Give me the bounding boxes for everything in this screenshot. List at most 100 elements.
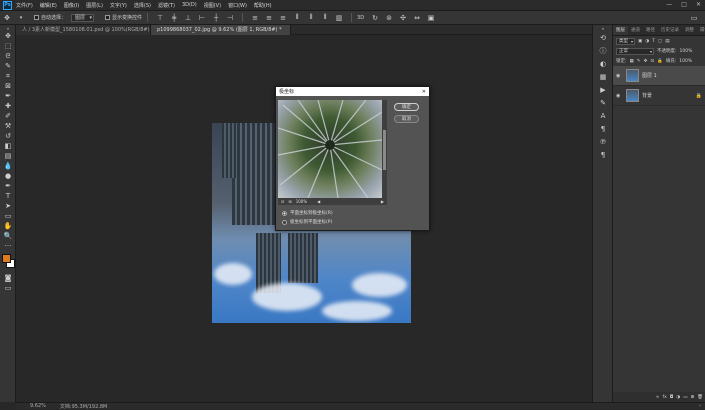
glyphs-icon[interactable]: ℗	[593, 135, 613, 148]
adjustment-layer-icon[interactable]: ◑	[676, 395, 680, 400]
close-icon[interactable]: ✕	[422, 89, 426, 95]
distribute-right-icon[interactable]: ⦀	[320, 13, 330, 23]
align-right-icon[interactable]: ⊣	[225, 13, 235, 23]
blend-mode-dropdown[interactable]: 正常	[616, 47, 654, 55]
more-tools-icon[interactable]: ···	[0, 241, 16, 251]
pen-tool-icon[interactable]: ✒	[0, 181, 16, 191]
zoom-in-icon[interactable]: ⊞	[288, 199, 291, 204]
align-bottom-icon[interactable]: ⊥	[183, 13, 193, 23]
filter-preview[interactable]	[278, 100, 382, 198]
layer-row[interactable]: ◉ 背景 🔒	[613, 86, 705, 106]
menu-filter[interactable]: 滤镜(T)	[158, 2, 175, 9]
align-middle-icon[interactable]: ╪	[169, 13, 179, 23]
fx-icon[interactable]: fx	[662, 395, 666, 400]
lock-artboard-icon[interactable]: ⊡	[650, 59, 654, 64]
distribute-left-icon[interactable]: ⦀	[292, 13, 302, 23]
tab-document-2[interactable]: p1099868037_02.jpg @ 9.62% (图层 1, RGB/8#…	[151, 25, 291, 35]
ok-button[interactable]: 确定	[394, 103, 419, 111]
menu-select[interactable]: 选择(S)	[134, 2, 151, 9]
align-left-icon[interactable]: ⊢	[197, 13, 207, 23]
actions-icon[interactable]: ▶	[593, 83, 613, 96]
color-icon[interactable]: ◐	[593, 57, 613, 70]
frame-tool-icon[interactable]: ⊠	[0, 81, 16, 91]
eraser-tool-icon[interactable]: ◧	[0, 141, 16, 151]
status-zoom[interactable]: 9.62%	[30, 403, 46, 409]
close-icon[interactable]: ✕	[696, 1, 701, 8]
opacity-value[interactable]: 100%	[680, 49, 693, 54]
screen-mode-icon[interactable]: ▭	[0, 283, 16, 293]
maximize-icon[interactable]: □	[681, 1, 687, 8]
layer-row[interactable]: ◉ 图层 1	[613, 66, 705, 86]
filter-adjust-icon[interactable]: ◑	[645, 39, 649, 44]
paragraph-styles-icon[interactable]: ¶	[593, 148, 613, 161]
dodge-tool-icon[interactable]: ●	[0, 171, 16, 181]
menu-layer[interactable]: 图层(L)	[86, 2, 103, 9]
lock-move-icon[interactable]: ✥	[644, 59, 648, 64]
blur-tool-icon[interactable]: 💧	[0, 161, 16, 171]
lock-pixels-icon[interactable]: ▦	[630, 59, 634, 64]
new-layer-icon[interactable]: ⊞	[691, 395, 695, 400]
delete-layer-icon[interactable]: 🗑	[697, 395, 703, 400]
menu-image[interactable]: 图像(I)	[64, 2, 79, 9]
option-polar-to-rect[interactable]: 极坐标到平面坐标(P)	[282, 219, 332, 225]
quick-select-tool-icon[interactable]: ✎	[0, 61, 16, 71]
option-rect-to-polar[interactable]: 平面坐标到极坐标(R)	[282, 210, 333, 216]
paragraph-icon[interactable]: ¶	[593, 122, 613, 135]
menu-view[interactable]: 视图(V)	[204, 2, 221, 9]
distribute-middle-icon[interactable]: ≡	[264, 13, 274, 23]
menu-edit[interactable]: 编辑(E)	[40, 2, 57, 9]
distribute-bottom-icon[interactable]: ≡	[278, 13, 288, 23]
character-icon[interactable]: A	[593, 109, 613, 122]
menu-file[interactable]: 文件(F)	[16, 2, 33, 9]
crop-tool-icon[interactable]: ⌗	[0, 71, 16, 81]
move-tool-icon[interactable]: ✥	[0, 31, 16, 41]
scroll-left-icon[interactable]: ◀	[317, 199, 320, 204]
swatches-icon[interactable]: ▦	[593, 70, 613, 83]
add-mask-icon[interactable]: ◘	[670, 395, 674, 400]
distribute-top-icon[interactable]: ≡	[250, 13, 260, 23]
filter-pixel-icon[interactable]: ▣	[638, 39, 642, 44]
zoom-out-icon[interactable]: ⊟	[281, 199, 284, 204]
auto-select-dropdown[interactable]: 图层	[71, 13, 95, 22]
auto-align-icon[interactable]: ▥	[334, 13, 344, 23]
radio-rect-to-polar[interactable]	[282, 210, 287, 216]
3d-rotate-icon[interactable]: ↻	[370, 13, 380, 23]
new-group-icon[interactable]: ▭	[683, 395, 687, 400]
align-center-icon[interactable]: ┼	[211, 13, 221, 23]
tab-adjustments[interactable]: 调整	[682, 26, 697, 35]
healing-brush-tool-icon[interactable]: ✚	[0, 101, 16, 111]
show-transform-checkbox[interactable]	[105, 15, 111, 20]
scrollbar-thumb[interactable]	[383, 130, 386, 170]
tab-history[interactable]: 历史记录	[658, 26, 682, 35]
lock-paint-icon[interactable]: ✎	[637, 59, 641, 64]
workspace-icon[interactable]: ▭	[689, 13, 699, 23]
shape-tool-icon[interactable]: ▭	[0, 211, 16, 221]
filter-type-icon[interactable]: T	[652, 39, 655, 44]
tab-properties[interactable]: 属性	[697, 26, 705, 35]
history-brush-tool-icon[interactable]: ↺	[0, 131, 16, 141]
menu-type[interactable]: 文字(Y)	[110, 2, 127, 9]
tab-layers[interactable]: 图层	[613, 26, 628, 35]
align-top-icon[interactable]: ⊤	[155, 13, 165, 23]
brush-tool-icon[interactable]: ✐	[0, 111, 16, 121]
foreground-color-swatch[interactable]	[2, 254, 11, 263]
hand-tool-icon[interactable]: ✋	[0, 221, 16, 231]
3d-slide-icon[interactable]: ⇔	[412, 13, 422, 23]
layer-kind-dropdown[interactable]: 类型	[616, 37, 635, 45]
preview-scrollbar[interactable]	[382, 100, 387, 198]
fill-value[interactable]: 100%	[679, 59, 692, 64]
menu-3d[interactable]: 3D(D)	[182, 2, 197, 8]
quick-mask-icon[interactable]: ◙	[0, 273, 16, 283]
radio-polar-to-rect[interactable]	[282, 219, 287, 225]
layer-name[interactable]: 背景	[642, 92, 652, 99]
info-icon[interactable]: ⓘ	[593, 44, 613, 57]
chevron-down-icon[interactable]: ▾	[16, 13, 26, 23]
type-tool-icon[interactable]: T	[0, 191, 16, 201]
tab-document-1[interactable]: 人 / 3素人新模型_1580108.01.psd @ 100%(RGB/8#)	[16, 25, 151, 35]
cancel-button[interactable]: 取消	[394, 115, 419, 123]
gradient-tool-icon[interactable]: ▤	[0, 151, 16, 161]
scroll-right-icon[interactable]: ▶	[381, 199, 384, 204]
eye-icon[interactable]: ◉	[616, 73, 623, 79]
zoom-tool-icon[interactable]: 🔍	[0, 231, 16, 241]
filter-smart-icon[interactable]: ▤	[665, 39, 669, 44]
